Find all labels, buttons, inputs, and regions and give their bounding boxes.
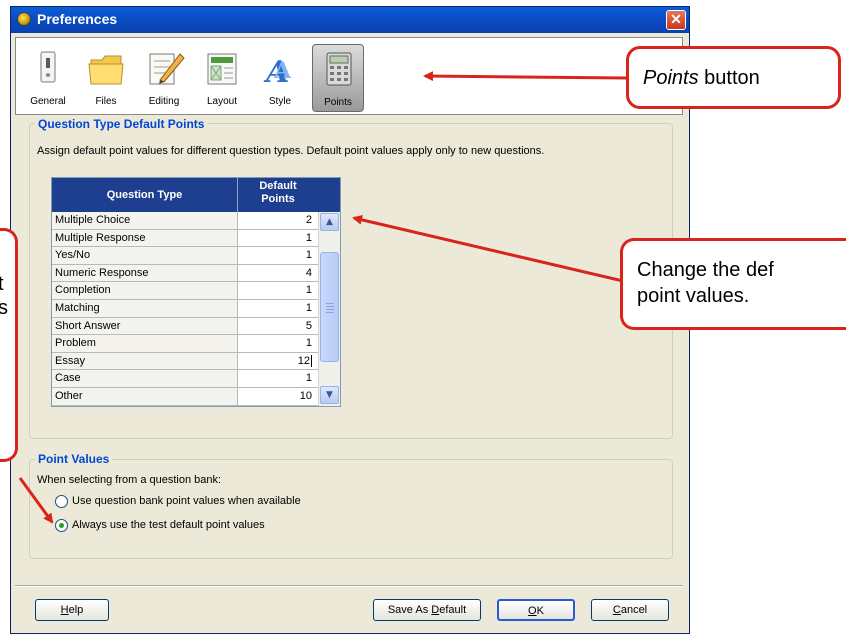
callout-left-partial: t s	[0, 228, 18, 462]
arrow-to-points-column	[352, 214, 637, 286]
screenshot-stage: Preferences ✕ General Files Editing Layo…	[0, 0, 846, 634]
callout-points-text: Points button	[643, 67, 760, 90]
callout-left-line1: t	[0, 273, 4, 295]
arrow-to-radio-option	[18, 477, 54, 524]
callout-change-line1: Change the def	[637, 259, 774, 281]
callout-left-line2: s	[0, 297, 8, 319]
callout-change-values: Change the def point values.	[620, 238, 846, 330]
callout-points-button: Points button	[626, 46, 841, 109]
callout-points-em: Points	[643, 67, 699, 89]
callout-points-rest: button	[698, 67, 760, 89]
callout-change-line2: point values.	[637, 285, 750, 307]
arrow-to-points-button	[423, 71, 627, 82]
